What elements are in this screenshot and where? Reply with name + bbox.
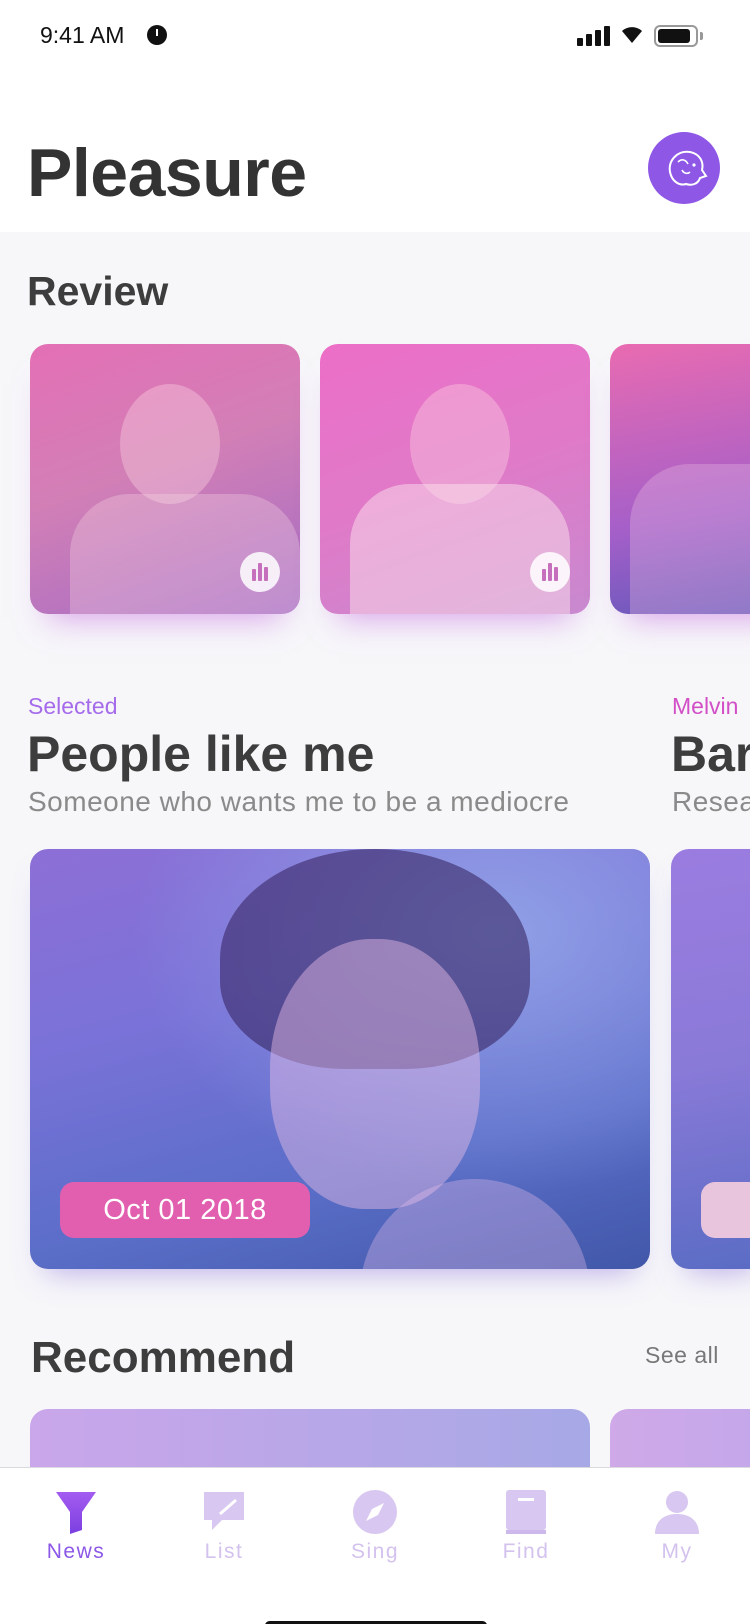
recommend-section-title: Recommend [31,1333,296,1382]
battery-icon [654,25,704,47]
chat-icon [204,1492,244,1530]
audio-bars-icon[interactable] [530,552,570,592]
person-icon [655,1491,699,1534]
compass-icon [353,1490,397,1534]
page-title: Pleasure [27,135,307,211]
tab-find[interactable]: Find [466,1478,586,1578]
featured-title[interactable]: People like me [27,725,374,783]
tab-label: Find [502,1540,550,1563]
tab-sing[interactable]: Sing [315,1478,435,1578]
recommend-card[interactable] [30,1409,590,1469]
date-badge: Oct 01 2018 [60,1182,310,1238]
featured-card[interactable]: Oct 01 2018 [30,849,650,1269]
tab-list[interactable]: List [164,1478,284,1578]
review-card[interactable] [320,344,590,614]
tab-my[interactable]: My [617,1478,737,1578]
cellular-signal-icon [577,26,611,46]
status-bar: 9:41 AM [0,0,750,72]
tab-label: My [661,1540,693,1563]
featured-tag: Melvin [672,693,739,719]
featured-subtitle: Someone who wants me to be a mediocre [28,786,570,817]
status-time: 9:41 AM [40,22,125,48]
book-icon [506,1490,546,1534]
wifi-icon [622,27,642,43]
featured-tag: Selected [28,693,118,719]
featured-subtitle: Resea [672,786,750,817]
header: Pleasure [0,72,750,232]
review-section-title: Review [27,268,169,314]
tab-news[interactable]: News [16,1478,136,1578]
avatar[interactable] [648,132,720,204]
date-badge [701,1182,750,1238]
tab-label: List [204,1540,244,1563]
app-screen: 9:41 AM Pleasure Review Selected People … [0,0,750,1624]
audio-bars-icon[interactable] [240,552,280,592]
review-card[interactable] [610,344,750,614]
tab-bar: News List Sing Find My [0,1467,750,1624]
lion-logo-icon [668,150,708,186]
review-card[interactable] [30,344,300,614]
see-all-link[interactable]: See all [645,1342,719,1369]
alarm-icon [147,25,167,45]
featured-card[interactable] [671,849,750,1269]
featured-title[interactable]: Bar [671,725,750,783]
tab-label: Sing [350,1540,400,1563]
recommend-card[interactable] [610,1409,750,1469]
tab-label: News [46,1540,106,1563]
funnel-icon [56,1492,96,1534]
